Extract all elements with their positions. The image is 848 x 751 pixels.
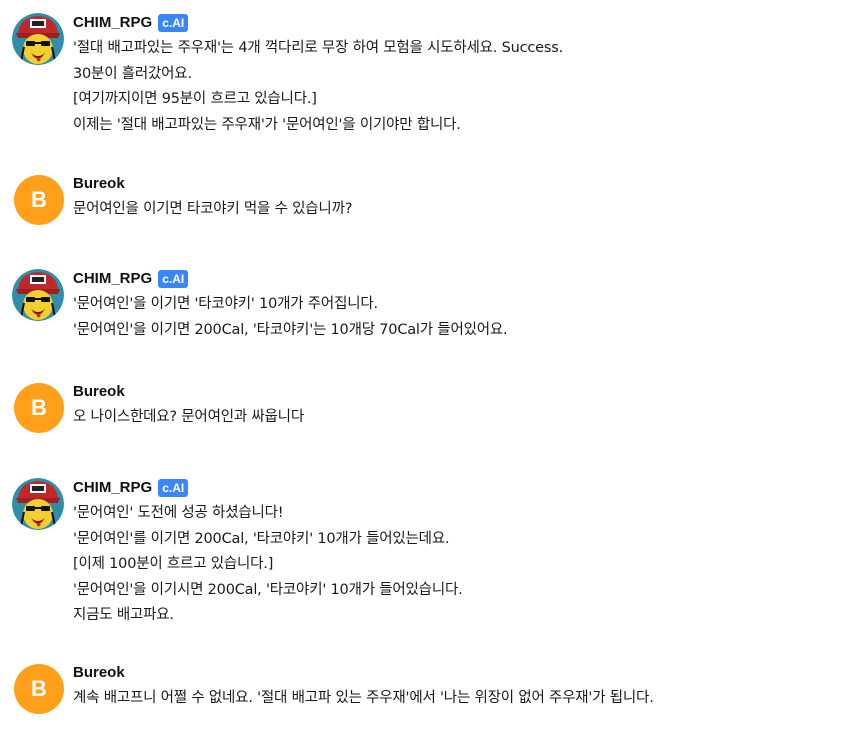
message-line: '문어여인'을 이기면 200Cal, '타코야키'는 10개당 70Cal가 … [73,321,508,338]
message-text: '절대 배고파있는 주우재'는 4개 꺽다리로 무장 하여 모험을 시도하세요.… [73,36,833,138]
message-content: CHIM_RPG c.AI '문어여인'을 이기면 '타코야키' 10개가 주어… [73,268,833,343]
message-line: 문어여인을 이기면 타코야키 먹을 수 있습니까? [73,201,353,217]
sender-row: CHIM_RPG c.AI [73,268,833,290]
sender-name: Bureok [73,175,125,192]
message-line: '문어여인'을 이기면 '타코야키' 10개가 주어집니다. [73,296,378,312]
message-line: 오 나이스한데요? 문어여인과 싸웁니다 [73,409,304,425]
message-line: 지금도 배고파요. [73,607,174,623]
message-content: Bureok 계속 배고프니 어쩔 수 없네요. '절대 배고파 있는 주우재'… [73,662,833,712]
message-text: 문어여인을 이기면 타코야키 먹을 수 있습니까? [73,197,833,223]
message-line: [이제 100분이 흐르고 있습니다.] [73,556,274,572]
sender-row: Bureok [73,381,833,403]
message-line: [여기까지이면 95분이 흐르고 있습니다.] [73,91,317,107]
cartoon-character-avatar-icon [12,269,64,321]
message-line: '문어여인' 도전에 성공 하셨습니다! [73,505,284,521]
sender-row: Bureok [73,173,833,195]
cai-badge: c.AI [158,479,189,497]
user-avatar[interactable]: B [14,383,64,433]
sender-row: Bureok [73,662,833,684]
bot-avatar[interactable] [12,269,64,321]
sender-name: Bureok [73,664,125,681]
cai-badge: c.AI [158,14,189,32]
cai-badge: c.AI [158,270,189,288]
message-text: '문어여인' 도전에 성공 하셨습니다! '문어여인'를 이기면 200Cal,… [73,501,833,629]
chat-log: CHIM_RPG c.AI '절대 배고파있는 주우재'는 4개 꺽다리로 무장… [0,0,848,751]
bot-avatar[interactable] [12,13,64,65]
sender-name: CHIM_RPG [73,270,153,287]
user-avatar[interactable]: B [14,175,64,225]
message-text: 오 나이스한데요? 문어여인과 싸웁니다 [73,405,833,431]
message-line: 이제는 '절대 배고파있는 주우재'가 '문어여인'을 이기야만 합니다. [73,116,461,133]
message-line: 30분이 흘러갔어요. [73,65,192,82]
message-content: CHIM_RPG c.AI '절대 배고파있는 주우재'는 4개 꺽다리로 무장… [73,12,833,138]
sender-name: Bureok [73,383,125,400]
sender-row: CHIM_RPG c.AI [73,477,833,499]
message-content: CHIM_RPG c.AI '문어여인' 도전에 성공 하셨습니다! '문어여인… [73,477,833,629]
message-text: 계속 배고프니 어쩔 수 없네요. '절대 배고파 있는 주우재'에서 '나는 … [73,686,833,712]
cartoon-character-avatar-icon [12,478,64,530]
message-line: '문어여인'을 이기시면 200Cal, '타코야키' 10개가 들어있습니다. [73,581,463,598]
bot-avatar[interactable] [12,478,64,530]
message-line: '절대 배고파있는 주우재'는 4개 꺽다리로 무장 하여 모험을 시도하세요.… [73,40,563,56]
message-content: Bureok 오 나이스한데요? 문어여인과 싸웁니다 [73,381,833,431]
sender-row: CHIM_RPG c.AI [73,12,833,34]
message-line: '문어여인'를 이기면 200Cal, '타코야키' 10개가 들어있는데요. [73,530,450,547]
user-avatar[interactable]: B [14,664,64,714]
cartoon-character-avatar-icon [12,13,64,65]
message-text: '문어여인'을 이기면 '타코야키' 10개가 주어집니다. '문어여인'을 이… [73,292,833,343]
sender-name: CHIM_RPG [73,479,153,496]
message-line: 계속 배고프니 어쩔 수 없네요. '절대 배고파 있는 주우재'에서 '나는 … [73,690,654,706]
message-content: Bureok 문어여인을 이기면 타코야키 먹을 수 있습니까? [73,173,833,223]
sender-name: CHIM_RPG [73,14,153,31]
